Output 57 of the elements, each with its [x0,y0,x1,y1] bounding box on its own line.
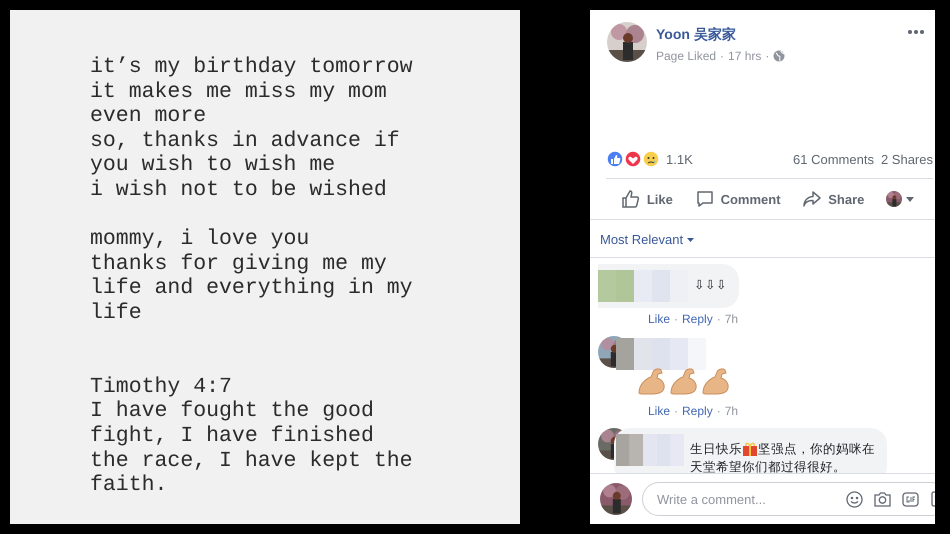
poem-line: Timothy 4:7 [90,374,233,400]
comment-field[interactable]: Write a comment... [642,482,935,516]
shares-count[interactable]: 2 Shares [880,152,933,166]
poem-line: life and everything in my [90,276,414,301]
comment-text: ⇩⇩⇩ [694,277,727,294]
poem-line: I have fought the good [90,399,375,424]
poem-line: mommy, i love you [90,227,310,252]
sad-reaction-icon [642,150,660,168]
poem-line: even more [90,104,208,129]
poem-line: i wish not to be wished [90,178,388,203]
comment-text: 生日快乐 [690,441,742,458]
smiley-icon[interactable] [846,490,863,508]
camera-icon[interactable] [874,491,891,507]
comment-action-link[interactable]: Like [648,404,670,418]
love-reaction-icon [624,150,642,168]
thumbs-up-icon [620,189,641,209]
reaction-count[interactable]: 1.1K [666,152,693,166]
separator-dot: · [674,312,678,326]
speech-bubble-icon [694,189,715,209]
separator-dot: · [716,404,721,418]
post-meta-text: Page Liked [656,49,716,63]
poem-line: so, thanks in advance if [90,128,401,154]
post-meta-text: · [720,49,724,63]
poem-line: fight, I have finished [90,424,375,448]
caret-icon [906,196,914,202]
gif-icon[interactable] [902,492,919,506]
share-arrow-icon [802,189,822,209]
poem-line: the race, I have kept the [90,448,414,474]
caret-icon [687,238,694,242]
share-button[interactable]: Share [798,185,868,213]
comment-text: 天堂希望你们都过得很好。 [690,459,846,473]
comment-input-field[interactable]: Write a comment... [655,490,835,508]
comment-time: 7h [724,404,738,418]
author-name[interactable]: Yoon 吴家家 [656,26,898,44]
post-meta-text: · [765,49,770,63]
comment-button[interactable]: Comment [690,185,785,213]
comment-action-link[interactable]: Reply [682,404,713,418]
sort-dropdown[interactable]: Most Relevant [600,232,694,247]
post-meta-text: 17 hrs [728,49,762,63]
poem-line: life [90,300,143,326]
poem-line: faith. [90,473,168,498]
comment-text: 坚强点，你的妈咪在 [758,441,875,458]
separator-dot: · [674,404,678,418]
comment-action-link[interactable]: Like [648,312,670,326]
like-button[interactable]: Like [616,185,677,213]
like-reaction-icon [606,150,624,168]
comment-action-link[interactable]: Reply [682,312,713,326]
poem-line: you wish to wish me [90,153,336,178]
poem-line: it’s my birthday tomorrow [90,55,414,80]
poem-line: it makes me miss my mom [90,80,388,104]
gift-icon [742,441,758,457]
poem-line: thanks for giving me my [90,252,388,276]
globe-icon [773,50,786,62]
separator-dot: · [716,312,721,326]
more-options-icon[interactable] [907,29,925,35]
comments-count[interactable]: 61 Comments [793,152,874,166]
comment-time: 7h [724,312,738,326]
